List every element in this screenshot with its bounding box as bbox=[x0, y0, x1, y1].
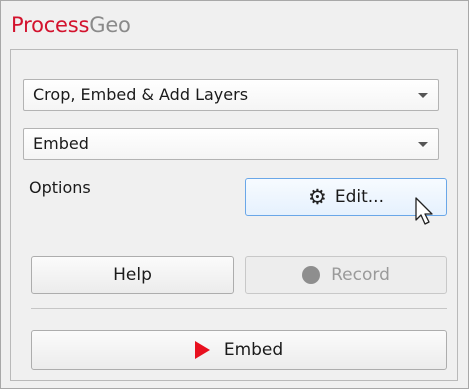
run-embed-label: Embed bbox=[223, 340, 284, 360]
play-icon bbox=[194, 341, 210, 359]
options-label: Options bbox=[29, 178, 91, 197]
workflow-select-value: Crop, Embed & Add Layers bbox=[33, 85, 249, 104]
workflow-select[interactable]: Crop, Embed & Add Layers bbox=[23, 79, 439, 111]
run-embed-button[interactable]: Embed bbox=[31, 330, 447, 370]
chevron-down-icon bbox=[418, 142, 428, 147]
record-dot-icon bbox=[302, 266, 321, 284]
mouse-cursor-icon bbox=[415, 197, 433, 225]
processgeo-window: ProcessGeo Crop, Embed & Add Layers Embe… bbox=[0, 0, 469, 389]
edit-options-label: Edit... bbox=[334, 187, 384, 207]
chevron-down-icon bbox=[418, 93, 428, 98]
action-select-value: Embed bbox=[33, 134, 89, 153]
divider bbox=[31, 308, 447, 309]
app-title-geo: Geo bbox=[89, 13, 131, 37]
help-label: Help bbox=[113, 265, 152, 285]
help-button[interactable]: Help bbox=[31, 256, 234, 294]
record-button[interactable]: Record bbox=[245, 256, 447, 294]
app-title: ProcessGeo bbox=[11, 13, 131, 37]
gear-icon: ⚙ bbox=[308, 184, 327, 209]
app-title-process: Process bbox=[11, 13, 90, 37]
action-select[interactable]: Embed bbox=[23, 128, 439, 160]
record-label: Record bbox=[331, 265, 390, 285]
